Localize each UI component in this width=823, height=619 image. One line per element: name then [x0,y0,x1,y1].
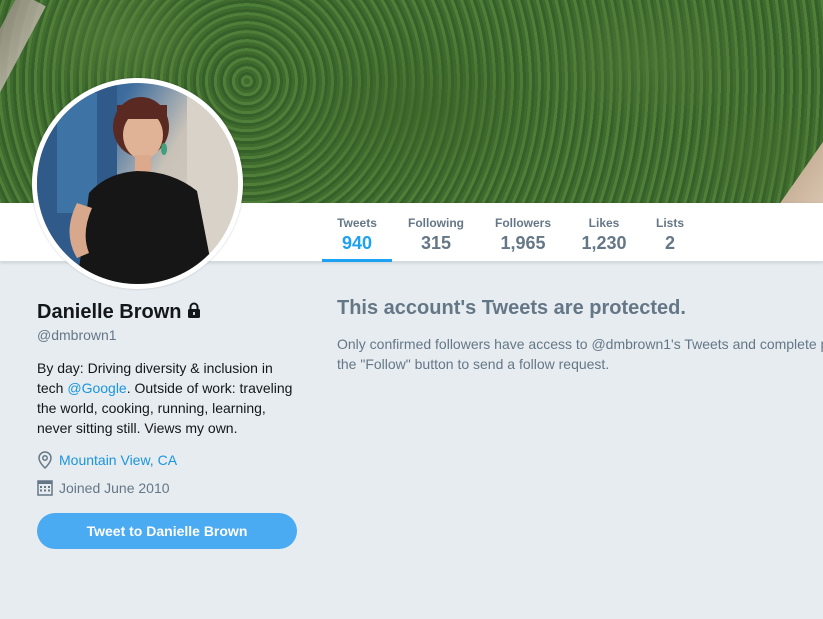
profile-join-date: Joined June 2010 [37,479,170,497]
lock-icon [187,302,201,323]
bio-google-link[interactable]: @Google [67,380,126,396]
nav-followers-label: Followers [494,216,551,230]
profile-handle[interactable]: @dmbrown1 [37,327,117,343]
banner-road-detail [0,0,46,148]
banner-edge-detail [754,140,823,203]
location-link[interactable]: Mountain View, CA [59,452,177,468]
nav-followers-count: 1,965 [500,233,546,253]
location-pin-icon [37,451,53,470]
avatar-portrait-illustration [37,83,238,284]
nav-likes[interactable]: Likes 1,230 [576,203,632,262]
calendar-icon [37,479,53,497]
profile-bio: By day: Driving diversity & inclusion in… [37,358,297,438]
protected-description: Only confirmed followers have access to … [337,334,823,374]
tweet-to-user-button[interactable]: Tweet to Danielle Brown [37,513,297,549]
nav-likes-label: Likes [588,216,620,230]
nav-tweets[interactable]: Tweets 940 [322,203,392,262]
nav-following-label: Following [408,216,464,230]
profile-name-row: Danielle Brown [37,301,201,324]
nav-lists-label: Lists [655,216,684,230]
profile-name: Danielle Brown [37,301,182,323]
nav-tweets-count: 940 [341,233,373,253]
nav-tweets-label: Tweets [337,216,377,230]
nav-following-count: 315 [420,233,452,253]
profile-avatar[interactable] [32,78,243,289]
protected-heading: This account's Tweets are protected. [337,297,686,319]
nav-lists[interactable]: Lists 2 [651,203,689,262]
avatar-photo [37,83,238,284]
nav-likes-count: 1,230 [581,233,627,253]
profile-location: Mountain View, CA [37,451,177,470]
nav-lists-count: 2 [664,233,675,253]
nav-following[interactable]: Following 315 [403,203,469,262]
nav-followers[interactable]: Followers 1,965 [491,203,555,262]
protected-description-line1: Only confirmed followers have access to … [337,336,823,352]
protected-description-line2: the "Follow" button to send a follow req… [337,356,610,372]
joined-date-text: Joined June 2010 [59,480,170,496]
